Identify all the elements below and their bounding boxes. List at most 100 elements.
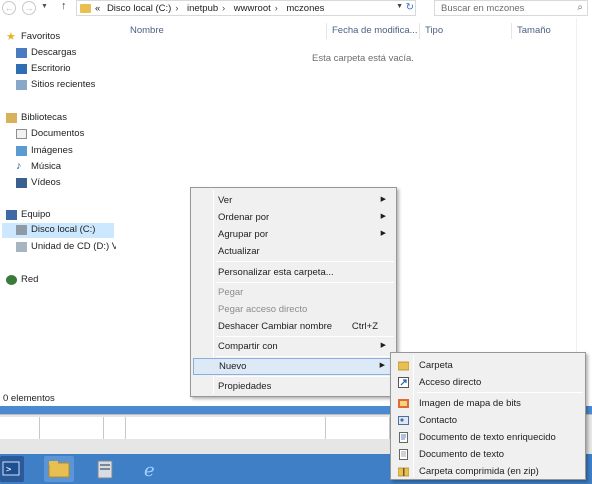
column-nombre[interactable]: Nombre xyxy=(130,25,164,36)
breadcrumb-wwwroot[interactable]: wwwroot xyxy=(234,3,271,14)
downloads-icon xyxy=(16,48,27,58)
submenu-item-contacto[interactable]: Contacto xyxy=(393,412,583,429)
desktop-icon xyxy=(16,64,27,74)
menu-item-label: Personalizar esta carpeta... xyxy=(218,267,334,278)
nav-item-imagenes[interactable]: Imágenes xyxy=(16,144,116,159)
navigation-pane: ★ Favoritos Descargas Escritorio Sitios … xyxy=(0,22,116,387)
recent-places-icon xyxy=(16,80,27,90)
submenu-arrow-icon: ▶ xyxy=(380,196,386,203)
back-button[interactable]: ← xyxy=(2,1,16,15)
menu-separator xyxy=(417,392,583,393)
nav-libraries[interactable]: Bibliotecas xyxy=(6,111,116,126)
item-count: 0 elementos xyxy=(3,393,55,404)
menu-item-label: Agrupar por xyxy=(218,229,269,240)
nav-network[interactable]: Red xyxy=(6,273,116,288)
nav-item-musica[interactable]: ♪ Música xyxy=(16,160,116,175)
submenu-item-label: Carpeta xyxy=(419,360,453,371)
column-tipo[interactable]: Tipo xyxy=(425,25,443,36)
submenu-item-documento-texto-enriquecido[interactable]: Documento de texto enriquecido xyxy=(393,429,583,446)
menu-item-pegar-acceso-directo[interactable]: Pegar acceso directo xyxy=(193,301,394,318)
grid-cell xyxy=(326,417,390,439)
menu-item-label: Compartir con xyxy=(218,341,278,352)
nav-network-label: Red xyxy=(21,274,39,285)
chevron-right-icon[interactable]: › xyxy=(275,3,278,13)
column-divider[interactable] xyxy=(511,23,512,39)
chevron-right-icon[interactable]: › xyxy=(175,3,178,13)
submenu-item-label: Carpeta comprimida (en zip) xyxy=(419,466,539,477)
nav-item-sitios-recientes[interactable]: Sitios recientes xyxy=(16,78,116,93)
menu-item-pegar[interactable]: Pegar xyxy=(193,284,394,301)
column-fecha[interactable]: Fecha de modifica... xyxy=(332,25,418,36)
breadcrumb-inetpub[interactable]: inetpub xyxy=(187,3,218,14)
new-submenu: Carpeta Acceso directo Imagen de mapa de… xyxy=(390,352,586,480)
submenu-item-carpeta[interactable]: Carpeta xyxy=(393,357,583,374)
search-placeholder: Buscar en mczones xyxy=(441,3,525,14)
menu-item-agrupar-por[interactable]: Agrupar por ▶ xyxy=(193,226,394,243)
file-explorer-icon[interactable] xyxy=(44,456,74,482)
breadcrumb: « Disco local (C:) › inetpub › wwwroot › mc… xyxy=(95,3,328,14)
star-icon: ★ xyxy=(6,31,16,43)
nav-computer[interactable]: Equipo xyxy=(6,208,116,223)
menu-separator xyxy=(216,376,394,377)
nav-item-unidad-cd[interactable]: Unidad de CD (D:) V xyxy=(16,240,116,255)
address-dropdown-icon[interactable]: ▼ xyxy=(396,3,403,10)
submenu-arrow-icon: ▶ xyxy=(379,362,385,369)
menu-item-nuevo[interactable]: Nuevo ▶ xyxy=(193,358,394,375)
server-manager-glyph xyxy=(97,460,113,479)
nav-item-label: Disco local (C:) xyxy=(31,224,96,235)
cd-drive-icon xyxy=(16,242,27,252)
nav-favorites[interactable]: ★ Favoritos xyxy=(6,30,116,45)
submenu-item-acceso-directo[interactable]: Acceso directo xyxy=(393,374,583,391)
nav-item-disco-local[interactable]: Disco local (C:) xyxy=(2,223,114,238)
folder-icon xyxy=(397,360,410,371)
menu-item-label: Pegar xyxy=(218,287,244,298)
nav-item-escritorio[interactable]: Escritorio xyxy=(16,62,116,77)
chevron-right-icon[interactable]: › xyxy=(222,3,225,13)
nav-item-videos[interactable]: Vídeos xyxy=(16,176,116,191)
column-divider[interactable] xyxy=(326,23,327,39)
breadcrumb-mczones[interactable]: mczones xyxy=(286,3,324,14)
column-tamano[interactable]: Tamaño xyxy=(517,25,551,36)
powershell-glyph: > xyxy=(2,461,20,476)
recent-locations-dropdown-icon[interactable]: ▼ xyxy=(41,3,48,10)
grid-cell xyxy=(40,417,104,439)
internet-explorer-icon[interactable]: e xyxy=(136,456,166,482)
search-input[interactable]: Buscar en mczones ⌕ xyxy=(434,0,588,16)
pictures-icon xyxy=(16,146,27,156)
menu-item-label: Pegar acceso directo xyxy=(218,304,308,315)
menu-item-propiedades[interactable]: Propiedades xyxy=(193,378,394,395)
menu-item-ordenar-por[interactable]: Ordenar por ▶ xyxy=(193,209,394,226)
nav-item-descargas[interactable]: Descargas xyxy=(16,46,116,61)
folder-icon xyxy=(80,4,91,13)
nav-item-label: Música xyxy=(31,161,62,172)
submenu-item-label: Documento de texto xyxy=(419,449,505,460)
search-icon[interactable]: ⌕ xyxy=(577,2,583,13)
submenu-item-documento-texto[interactable]: Documento de texto xyxy=(393,446,583,463)
powershell-icon[interactable]: > xyxy=(0,456,24,482)
menu-item-deshacer[interactable]: Deshacer Cambiar nombre Ctrl+Z xyxy=(193,318,394,335)
submenu-item-imagen-mapa-bits[interactable]: Imagen de mapa de bits xyxy=(393,395,583,412)
up-button[interactable]: ↑ xyxy=(61,0,67,12)
menu-item-compartir-con[interactable]: Compartir con ▶ xyxy=(193,338,394,355)
menu-item-ver[interactable]: Ver ▶ xyxy=(193,192,394,209)
forward-button[interactable]: → xyxy=(22,1,36,15)
zip-folder-icon xyxy=(397,466,410,477)
address-bar[interactable]: « Disco local (C:) › inetpub › wwwroot › mc… xyxy=(76,0,416,16)
column-divider[interactable] xyxy=(419,23,420,39)
menu-item-label: Propiedades xyxy=(218,381,272,392)
menu-item-actualizar[interactable]: Actualizar xyxy=(193,243,394,260)
menu-item-personalizar[interactable]: Personalizar esta carpeta... xyxy=(193,264,394,281)
submenu-arrow-icon: ▶ xyxy=(380,213,386,220)
server-manager-icon[interactable] xyxy=(90,456,120,482)
nav-item-documentos[interactable]: Documentos xyxy=(16,127,116,142)
breadcrumb-disco-local[interactable]: Disco local (C:) xyxy=(107,3,171,14)
menu-item-label: Nuevo xyxy=(219,361,247,372)
submenu-item-label: Acceso directo xyxy=(419,377,482,388)
nav-computer-label: Equipo xyxy=(21,209,51,220)
empty-folder-message: Esta carpeta está vacía. xyxy=(312,53,414,64)
vertical-scrollbar[interactable] xyxy=(576,18,592,398)
refresh-icon[interactable]: ↻ xyxy=(406,2,414,13)
menu-item-label: Deshacer Cambiar nombre xyxy=(218,321,333,332)
breadcrumb-overflow[interactable]: « xyxy=(95,3,100,14)
submenu-item-carpeta-comprimida[interactable]: Carpeta comprimida (en zip) xyxy=(393,463,583,480)
